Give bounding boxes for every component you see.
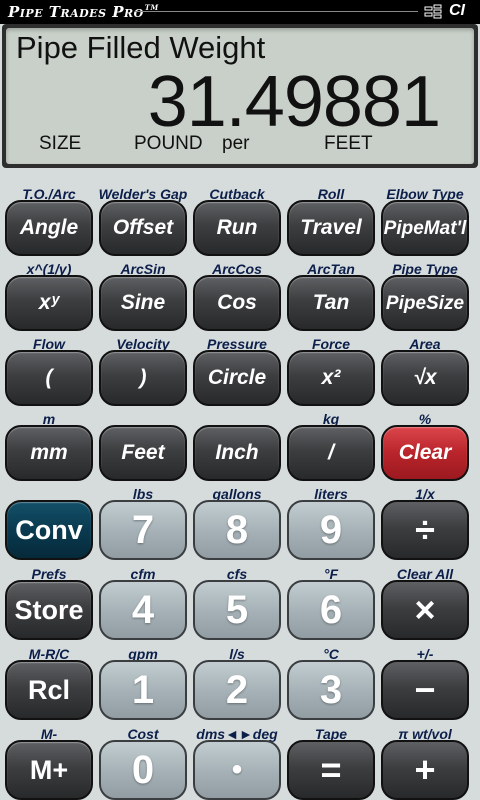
one-button[interactable]: 1	[99, 660, 187, 720]
nine-button[interactable]: 9	[287, 500, 375, 560]
angle-button[interactable]: Angle	[5, 200, 93, 256]
display-value: 31.49881	[147, 62, 441, 142]
pipe-material-button[interactable]: Pipe Mat'l	[381, 200, 469, 256]
subtract-button[interactable]: −	[381, 660, 469, 720]
app-name: Pipe Trades ProTM	[8, 3, 159, 21]
power-button[interactable]: xʸ	[5, 275, 93, 331]
divide-slash-button[interactable]: /	[287, 425, 375, 481]
title-bar: Pipe Trades ProTM CI	[0, 0, 480, 24]
title-divider	[135, 11, 418, 12]
store-button[interactable]: Store	[5, 580, 93, 640]
seven-button[interactable]: 7	[99, 500, 187, 560]
recall-button[interactable]: Rcl	[5, 660, 93, 720]
memory-plus-button[interactable]: M+	[5, 740, 93, 800]
pipe-size-button[interactable]: Pipe Size	[381, 275, 469, 331]
multiply-button[interactable]: ×	[381, 580, 469, 640]
mm-button[interactable]: mm	[5, 425, 93, 481]
four-button[interactable]: 4	[99, 580, 187, 640]
travel-button[interactable]: Travel	[287, 200, 375, 256]
offset-button[interactable]: Offset	[99, 200, 187, 256]
brand-label: CI	[449, 2, 465, 19]
conv-button[interactable]: Conv	[5, 500, 93, 560]
zero-button[interactable]: 0	[99, 740, 187, 800]
unit-feet: FEET	[324, 133, 373, 154]
run-button[interactable]: Run	[193, 200, 281, 256]
unit-per: per	[222, 133, 250, 154]
close-paren-button[interactable]: )	[99, 350, 187, 406]
five-button[interactable]: 5	[193, 580, 281, 640]
three-button[interactable]: 3	[287, 660, 375, 720]
decimal-point-button[interactable]: •	[193, 740, 281, 800]
square-root-button[interactable]: √x	[381, 350, 469, 406]
two-button[interactable]: 2	[193, 660, 281, 720]
tan-button[interactable]: Tan	[287, 275, 375, 331]
sine-button[interactable]: Sine	[99, 275, 187, 331]
cos-button[interactable]: Cos	[193, 275, 281, 331]
square-button[interactable]: x²	[287, 350, 375, 406]
inch-button[interactable]: Inch	[193, 425, 281, 481]
equals-button[interactable]: =	[287, 740, 375, 800]
six-button[interactable]: 6	[287, 580, 375, 640]
clear-button[interactable]: Clear	[381, 425, 469, 481]
unit-size: SIZE	[39, 133, 82, 154]
unit-pound: POUND	[134, 133, 203, 154]
open-paren-button[interactable]: (	[5, 350, 93, 406]
circle-button[interactable]: Circle	[193, 350, 281, 406]
feet-button[interactable]: Feet	[99, 425, 187, 481]
divide-button[interactable]: ÷	[381, 500, 469, 560]
add-button[interactable]: +	[381, 740, 469, 800]
eight-button[interactable]: 8	[193, 500, 281, 560]
